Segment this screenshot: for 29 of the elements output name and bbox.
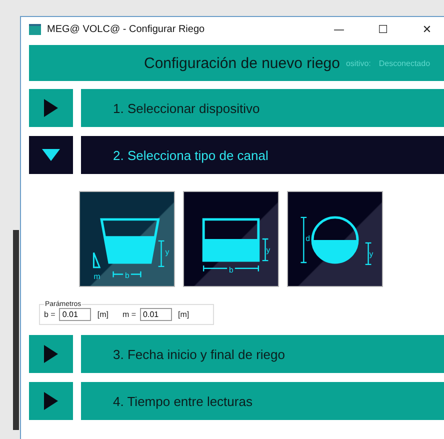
channel-type-button[interactable]: d y bbox=[287, 191, 383, 287]
unit-label: [m] bbox=[178, 310, 190, 319]
play-icon bbox=[44, 99, 58, 117]
expand-button[interactable] bbox=[29, 382, 73, 420]
section-header[interactable]: 3. Fecha inicio y final de riego bbox=[81, 335, 444, 373]
section-header[interactable]: 1. Seleccionar dispositivo bbox=[81, 89, 444, 127]
window-title: MEG@ VOLC@ - Configurar Riego bbox=[47, 24, 205, 34]
caret-down-icon bbox=[42, 149, 60, 161]
expand-button[interactable] bbox=[29, 89, 73, 127]
maximize-button[interactable]: ☐ bbox=[361, 22, 405, 36]
field-label: m = bbox=[122, 310, 136, 319]
field-label: b = bbox=[44, 310, 56, 319]
input-field[interactable]: 0.01 bbox=[140, 308, 172, 321]
expand-button[interactable] bbox=[29, 136, 73, 174]
status-value: Desconectado bbox=[378, 58, 430, 68]
section-header[interactable]: 2. Selecciona tipo de canal bbox=[81, 136, 444, 174]
channel-type-button[interactable]: b y bbox=[183, 191, 279, 287]
close-button[interactable]: ✕ bbox=[405, 22, 444, 36]
status-label: ositivo: bbox=[346, 58, 371, 68]
play-icon bbox=[44, 345, 58, 363]
app-icon bbox=[29, 24, 41, 34]
input-field[interactable]: 0.01 bbox=[59, 308, 92, 321]
channel-type-button[interactable]: m b y bbox=[79, 191, 175, 287]
expand-button[interactable] bbox=[29, 335, 73, 373]
play-icon bbox=[44, 392, 58, 410]
section-header[interactable]: 4. Tiempo entre lecturas bbox=[81, 382, 444, 420]
unit-label: [m] bbox=[97, 310, 108, 319]
minimize-button[interactable]: — bbox=[317, 22, 361, 36]
header-title: Configuración de nuevo riego bbox=[144, 54, 340, 72]
